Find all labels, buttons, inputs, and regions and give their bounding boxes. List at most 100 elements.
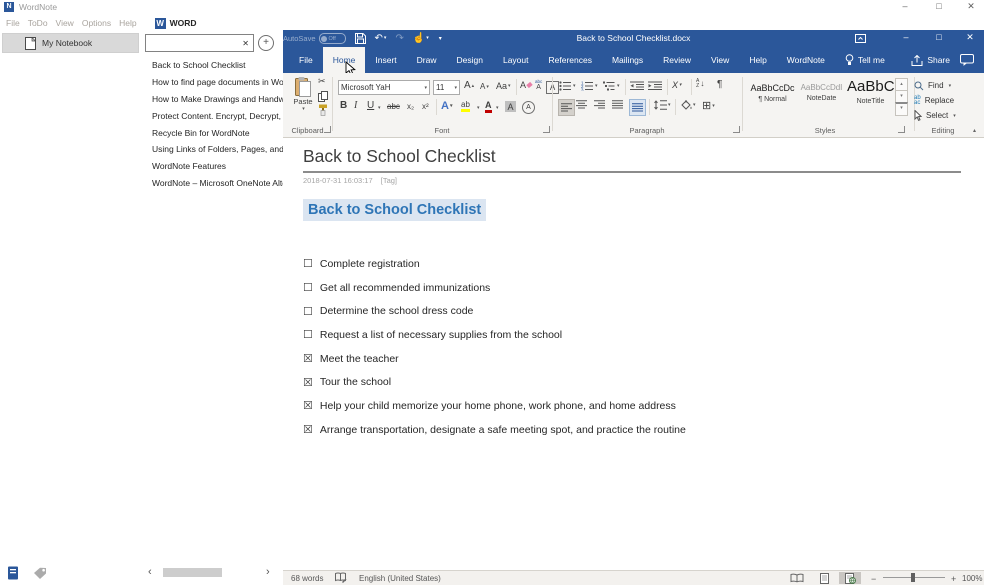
- list-item[interactable]: How to find page documents in WordN: [152, 74, 298, 91]
- asian-layout-button[interactable]: X▾: [672, 80, 682, 90]
- language-indicator[interactable]: English (United States): [359, 574, 441, 583]
- borders-button[interactable]: ⊞▾: [702, 99, 715, 112]
- line-spacing-button[interactable]: ▾: [654, 100, 671, 110]
- font-color-dropdown-icon[interactable]: ▾: [496, 105, 499, 111]
- decrease-indent-button[interactable]: [630, 81, 644, 91]
- tab-mailings[interactable]: Mailings: [602, 47, 653, 73]
- checklist-item[interactable]: ☒Help your child memorize your home phon…: [303, 394, 686, 418]
- menu-file[interactable]: File: [2, 18, 24, 28]
- change-case-button[interactable]: Aa▾: [496, 81, 511, 91]
- tab-review[interactable]: Review: [653, 47, 701, 73]
- checkbox-icon[interactable]: ☐: [303, 281, 313, 294]
- list-item[interactable]: WordNote – Microsoft OneNote Altern: [152, 175, 298, 192]
- notebook-button[interactable]: My Notebook: [2, 33, 139, 53]
- autosave-toggle[interactable]: AutoSave Off: [283, 33, 346, 44]
- align-center-button[interactable]: [576, 100, 587, 109]
- notebook-icon[interactable]: [7, 566, 19, 580]
- strikethrough-button[interactable]: abc: [387, 102, 400, 111]
- numbering-button[interactable]: 123 ▾: [581, 81, 598, 91]
- bullets-dropdown-icon[interactable]: ▾: [573, 83, 576, 89]
- read-mode-button[interactable]: [786, 572, 808, 584]
- document-canvas[interactable]: Back to School Checklist 2018-07-31 16:0…: [283, 138, 984, 570]
- word-launcher-button[interactable]: W WORD: [155, 18, 197, 29]
- clear-search-icon[interactable]: ✕: [238, 39, 253, 48]
- add-page-button[interactable]: +: [258, 35, 274, 51]
- text-effects-button[interactable]: A▾: [441, 100, 452, 112]
- increase-indent-button[interactable]: [648, 81, 662, 91]
- numbering-dropdown-icon[interactable]: ▾: [595, 83, 598, 89]
- style-notetitle[interactable]: AaBbC NoteTitle: [847, 78, 894, 117]
- menu-help[interactable]: Help: [115, 18, 140, 28]
- tab-layout[interactable]: Layout: [493, 47, 539, 73]
- proofing-icon[interactable]: [335, 572, 347, 584]
- shrink-font-button[interactable]: A▾: [480, 82, 489, 91]
- tell-me-box[interactable]: Tell me: [835, 47, 895, 73]
- phonetic-guide-button[interactable]: abcA: [535, 79, 542, 91]
- comments-icon[interactable]: [958, 47, 984, 73]
- sort-button[interactable]: AZ ↓: [696, 79, 704, 88]
- shading-button[interactable]: ▾: [680, 100, 696, 110]
- zoom-out-button[interactable]: −: [871, 574, 876, 584]
- wordnote-minimize-button[interactable]: –: [894, 1, 916, 11]
- checkbox-icon[interactable]: ☒: [303, 399, 313, 412]
- select-button[interactable]: Select ▾: [914, 109, 956, 122]
- styles-dialog-launcher[interactable]: [898, 126, 905, 133]
- checkbox-icon[interactable]: ☒: [303, 423, 313, 436]
- word-close-button[interactable]: ✕: [958, 32, 982, 43]
- highlight-color-button[interactable]: ab: [461, 100, 470, 112]
- multilevel-dropdown-icon[interactable]: ▾: [617, 83, 620, 89]
- list-item[interactable]: Protect Content. Encrypt, Decrypt, W: [152, 108, 298, 125]
- line-spacing-dropdown-icon[interactable]: ▾: [668, 102, 671, 108]
- print-layout-button[interactable]: [813, 572, 835, 584]
- tab-help[interactable]: Help: [739, 47, 776, 73]
- underline-button[interactable]: U: [367, 100, 374, 111]
- paragraph-dialog-launcher[interactable]: [733, 126, 740, 133]
- word-minimize-button[interactable]: –: [894, 32, 918, 42]
- format-painter-icon[interactable]: [318, 104, 328, 116]
- font-dialog-launcher[interactable]: [543, 126, 550, 133]
- menu-todo[interactable]: ToDo: [24, 18, 52, 28]
- underline-dropdown-icon[interactable]: ▾: [378, 105, 381, 111]
- font-size-select[interactable]: 11▾: [433, 80, 460, 95]
- search-input[interactable]: [146, 37, 238, 49]
- checklist-item[interactable]: ☐Complete registration: [303, 252, 686, 276]
- tab-file[interactable]: File: [289, 47, 323, 73]
- tab-insert[interactable]: Insert: [365, 47, 406, 73]
- paste-button[interactable]: Paste ▾: [289, 77, 317, 112]
- checkbox-icon[interactable]: ☒: [303, 352, 313, 365]
- wordnote-maximize-button[interactable]: □: [928, 1, 950, 11]
- enclose-characters-button[interactable]: A: [522, 101, 535, 114]
- find-dropdown-icon[interactable]: ▾: [949, 83, 952, 89]
- tab-wordnote[interactable]: WordNote: [777, 47, 835, 73]
- copy-icon[interactable]: [318, 91, 328, 102]
- scroll-left-arrow[interactable]: ‹: [148, 566, 152, 578]
- checklist-item[interactable]: ☐Get all recommended immunizations: [303, 276, 686, 300]
- shading-dropdown-icon[interactable]: ▾: [693, 102, 696, 108]
- find-button[interactable]: Find ▾: [914, 79, 951, 92]
- checklist-item[interactable]: ☒Arrange transportation, designate a saf…: [303, 418, 686, 442]
- zoom-in-button[interactable]: +: [951, 574, 956, 584]
- checkbox-icon[interactable]: ☐: [303, 328, 313, 341]
- tab-design[interactable]: Design: [447, 47, 493, 73]
- highlight-dropdown-icon[interactable]: ▾: [477, 105, 480, 111]
- borders-dropdown-icon[interactable]: ▾: [712, 103, 715, 109]
- distribute-text-button[interactable]: [629, 99, 646, 116]
- wordnote-close-button[interactable]: ✕: [960, 1, 982, 12]
- menu-options[interactable]: Options: [78, 18, 115, 28]
- select-dropdown-icon[interactable]: ▾: [953, 113, 956, 119]
- bullets-button[interactable]: ▾: [559, 81, 576, 91]
- tab-references[interactable]: References: [539, 47, 602, 73]
- cut-icon[interactable]: ✂: [318, 77, 326, 86]
- align-right-button[interactable]: [594, 100, 605, 109]
- font-color-button[interactable]: A: [485, 100, 492, 113]
- checkbox-icon[interactable]: ☐: [303, 257, 313, 270]
- superscript-button[interactable]: x²: [422, 102, 429, 111]
- word-count[interactable]: 68 words: [291, 574, 323, 583]
- show-hide-pilcrow-button[interactable]: ¶: [717, 79, 722, 90]
- checkbox-icon[interactable]: ☐: [303, 305, 313, 318]
- tag-icon[interactable]: [33, 567, 47, 580]
- list-item[interactable]: Using Links of Folders, Pages, and Pa: [152, 141, 298, 158]
- scroll-right-arrow[interactable]: ›: [266, 566, 270, 578]
- tab-view[interactable]: View: [701, 47, 739, 73]
- checklist-item[interactable]: ☒Tour the school: [303, 370, 686, 394]
